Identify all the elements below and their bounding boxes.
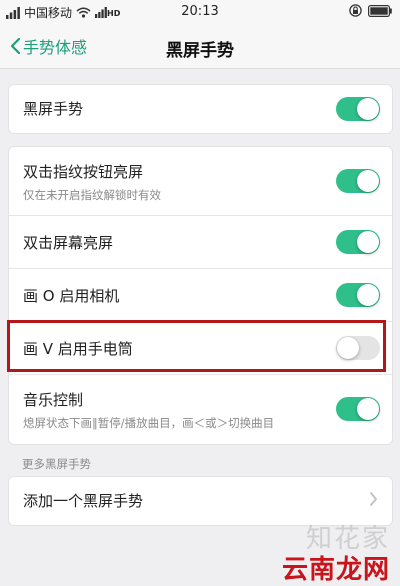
music-control-toggle[interactable]: [336, 397, 380, 421]
rotation-lock-icon: [349, 4, 362, 17]
battery-icon: [368, 4, 392, 17]
black-screen-gesture-toggle[interactable]: [336, 97, 380, 121]
status-right: [349, 4, 392, 17]
toggle-knob: [357, 170, 379, 192]
toggle-knob: [357, 284, 379, 306]
double-tap-fingerprint-toggle[interactable]: [336, 169, 380, 193]
row-black-screen-gesture[interactable]: 黑屏手势: [9, 85, 392, 133]
row-label: 黑屏手势: [23, 100, 84, 118]
row-subtitle: 仅在未开启指纹解锁时有效: [23, 188, 161, 202]
nav-bar: 手势体感 黑屏手势: [0, 24, 400, 69]
toggle-knob: [357, 231, 379, 253]
row-label: 双击屏幕亮屏: [23, 234, 114, 252]
double-tap-screen-toggle[interactable]: [336, 230, 380, 254]
row-draw-o-camera[interactable]: 画 O 启用相机: [9, 268, 392, 321]
row-label: 音乐控制: [23, 391, 84, 409]
highlight-box: [7, 320, 386, 372]
row-music-control[interactable]: 音乐控制 熄屏状态下画‖暂停/播放曲目，画＜或＞切换曲目: [9, 374, 392, 443]
chevron-right-icon: [370, 492, 377, 506]
row-subtitle: 熄屏状态下画‖暂停/播放曲目，画＜或＞切换曲目: [23, 416, 275, 430]
row-double-tap-fingerprint[interactable]: 双击指纹按钮亮屏 仅在未开启指纹解锁时有效: [9, 147, 392, 215]
page-title: 黑屏手势: [166, 41, 234, 61]
row-label: 添加一个黑屏手势: [23, 492, 144, 510]
gesture-list-card: 双击指纹按钮亮屏 仅在未开启指纹解锁时有效 双击屏幕亮屏 画 O 启用相机 画 …: [8, 146, 393, 445]
watermark: 知花家 云南龙网: [282, 518, 390, 586]
section-header: 更多黑屏手势: [22, 457, 91, 471]
row-label: 画 O 启用相机: [23, 287, 120, 305]
toggle-knob: [357, 398, 379, 420]
row-double-tap-screen[interactable]: 双击屏幕亮屏: [9, 215, 392, 268]
main-toggle-card: 黑屏手势: [8, 84, 393, 134]
draw-o-camera-toggle[interactable]: [336, 283, 380, 307]
row-label: 双击指纹按钮亮屏: [23, 163, 144, 181]
clock: 20:13: [181, 4, 219, 19]
toggle-knob: [357, 98, 379, 120]
watermark-logo: 云南龙网: [281, 555, 390, 585]
status-bar: 中国移动 HD 20:13: [0, 0, 400, 24]
